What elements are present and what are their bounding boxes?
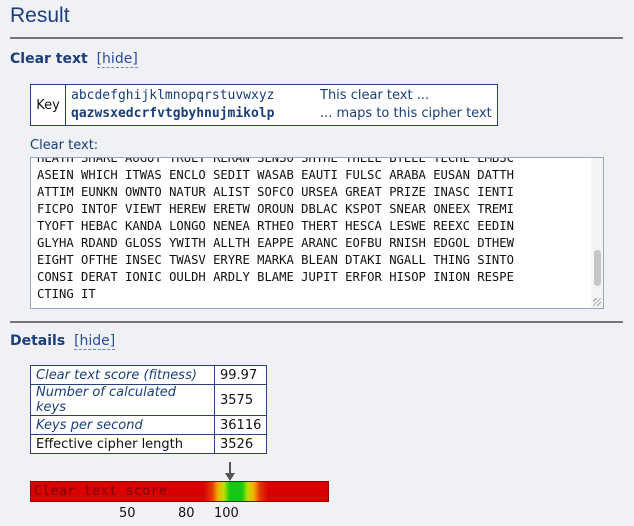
- clear-text-scrollbar[interactable]: [591, 158, 603, 308]
- result-title: Result: [10, 4, 70, 27]
- clear-text-area[interactable]: HEATH SHARE AUGUT TRUEY RERAN SENSO SHTH…: [30, 157, 604, 309]
- cipher-alphabet-note: ... maps to this cipher text: [320, 106, 492, 121]
- clear-text-line: CTING IT: [37, 287, 96, 301]
- clear-text-content: HEATH SHARE AUGUT TRUEY RERAN SENSO SHTH…: [37, 157, 589, 303]
- clear-text-hide-toggle[interactable]: [hide]: [96, 51, 138, 68]
- details-hide-toggle[interactable]: [hide]: [74, 333, 116, 350]
- cipher-length-value: 3526: [213, 434, 268, 454]
- details-heading-label: Details: [10, 333, 66, 349]
- score-meter: Clear text score: [30, 481, 329, 502]
- keys-per-second-value: 36116: [213, 415, 268, 435]
- score-tick-80: 80: [178, 506, 195, 521]
- clear-text-line: ASEIN WHICH ITWAS ENCLO SEDIT WASAB EAUT…: [37, 168, 514, 182]
- table-row: Number of calculated keys 3575: [30, 384, 268, 416]
- cipher-length-label: Effective cipher length: [30, 434, 215, 454]
- plain-alphabet-note: This clear text ...: [320, 88, 430, 103]
- key-label: Key: [31, 85, 66, 125]
- clear-text-label: Clear text:: [30, 138, 99, 153]
- details-table: Clear text score (fitness) 99.97 Number …: [30, 365, 268, 454]
- clear-text-heading-label: Clear text: [10, 51, 88, 67]
- calculated-keys-label: Number of calculated keys: [30, 384, 215, 416]
- scrollbar-thumb[interactable]: [594, 250, 601, 286]
- score-meter-label: Clear text score: [34, 484, 168, 499]
- score-pointer-icon: [225, 462, 235, 481]
- clear-text-heading: Clear text [hide]: [10, 51, 138, 68]
- score-tick-50: 50: [119, 506, 136, 521]
- score-value: 99.97: [213, 365, 268, 385]
- clear-text-line: CONSI DERAT IONIC OULDH ARDLY BLAME JUPI…: [37, 270, 514, 284]
- table-row: Keys per second 36116: [30, 415, 268, 435]
- divider: [10, 321, 623, 323]
- keys-per-second-label: Keys per second: [30, 415, 215, 435]
- divider: [10, 37, 623, 39]
- cipher-alphabet: qazwsxedcrfvtgbyhnujmikolp: [71, 106, 275, 121]
- details-heading: Details [hide]: [10, 333, 116, 350]
- calculated-keys-value: 3575: [213, 384, 268, 416]
- clear-text-line: ATTIM EUNKN OWNTO NATUR ALIST SOFCO URSE…: [37, 185, 514, 199]
- score-tick-100: 100: [214, 506, 239, 521]
- clear-text-line: GLYHA RDAND GLOSS YWITH ALLTH EAPPE ARAN…: [37, 236, 514, 250]
- key-box: Key abcdefghijklmnopqrstuvwxyz This clea…: [30, 84, 498, 126]
- clear-text-line: TYOFT HEBAC KANDA LONGO NENEA RTHEO THER…: [37, 219, 514, 233]
- table-row: Effective cipher length 3526: [30, 434, 268, 454]
- plain-alphabet: abcdefghijklmnopqrstuvwxyz: [71, 88, 275, 103]
- table-row: Clear text score (fitness) 99.97: [30, 365, 268, 385]
- clear-text-line: HEATH SHARE AUGUT TRUEY RERAN SENSO SHTH…: [37, 157, 514, 165]
- resize-grip-icon[interactable]: [593, 298, 601, 306]
- clear-text-line: FICPO INTOF VIEWT HEREW ERETW OROUN DBLA…: [37, 202, 514, 216]
- clear-text-line: EIGHT OFTHE INSEC TWASV ERYRE MARKA BLEA…: [37, 253, 514, 267]
- score-label: Clear text score (fitness): [30, 365, 215, 385]
